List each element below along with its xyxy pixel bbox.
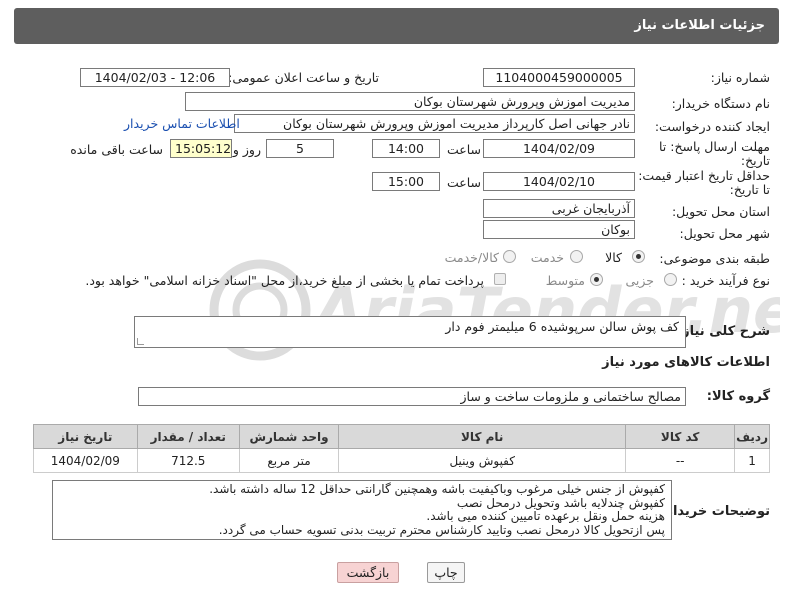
items-table: ردیف کد کالا نام کالا واحد شمارش تعداد /… [33, 424, 770, 473]
cell-date: 1404/02/09 [33, 448, 138, 473]
validity-date-field[interactable]: 1404/02/10 [483, 172, 635, 191]
validity-label-date: تا تاریخ: [729, 182, 770, 197]
city-label: شهر محل تحویل: [679, 226, 770, 241]
category-radio-service[interactable] [570, 250, 583, 263]
validity-label: حداقل تاریخ اعتبار قیمت: [638, 168, 770, 183]
table-row: 1 -- کفپوش وینیل متر مربع 712.5 1404/02/… [33, 448, 770, 473]
cell-unit: متر مربع [238, 448, 340, 473]
description-textarea[interactable]: کف پوش سالن سرپوشیده 6 میلیمتر فوم دار [134, 316, 686, 348]
cell-quantity: 712.5 [136, 448, 240, 473]
goods-group-field[interactable]: مصالح ساختمانی و ملزومات ساخت و ساز [138, 387, 686, 406]
buyer-note-line: پس ازتحویل کالا درمحل نصب وتایید کارشناس… [218, 522, 665, 537]
cell-name: کفپوش وینیل [338, 448, 627, 473]
buyer-notes-textarea[interactable]: کفپوش از جنس خیلی مرغوب وباکیفیت باشه وه… [52, 480, 672, 540]
validity-time-field[interactable]: 15:00 [372, 172, 440, 191]
buyer-label: نام دستگاه خریدار: [671, 96, 770, 111]
deadline-date-field[interactable]: 1404/02/09 [483, 139, 635, 158]
process-radio-medium[interactable] [590, 273, 603, 286]
category-option-goods-service: کالا/خدمت [444, 250, 499, 265]
goods-info-title: اطلاعات کالاهای مورد نیاز [602, 355, 770, 370]
contact-buyer-link[interactable]: اطلاعات تماس خریدار [124, 116, 240, 131]
payment-text: پرداخت تمام یا بخشی از مبلغ خرید،از محل … [85, 273, 484, 288]
process-radio-minor[interactable] [664, 273, 677, 286]
days-field[interactable]: 5 [266, 139, 334, 158]
description-text: کف پوش سالن سرپوشیده 6 میلیمتر فوم دار [445, 319, 679, 334]
col-header-unit: واحد شمارش [238, 424, 340, 449]
validity-time-label: ساعت [446, 175, 481, 190]
city-field[interactable]: بوکان [483, 220, 635, 239]
watermark: AriaTender.net [209, 259, 780, 361]
col-header-row: ردیف [734, 424, 770, 449]
days-label: روز و [232, 142, 261, 157]
buyer-note-line: هزینه حمل ونقل برعهده تامیین کننده میی ب… [426, 509, 665, 523]
need-number-label: شماره نیاز: [710, 70, 770, 85]
deadline-label-date: تاریخ: [740, 153, 770, 168]
goods-group-label: گروه کالا: [706, 389, 770, 404]
back-button[interactable]: بازگشت [337, 562, 399, 583]
cell-row-number: 1 [734, 448, 770, 473]
buyer-field[interactable]: مدیریت اموزش وپرورش شهرستان بوکان [185, 92, 635, 111]
process-label: نوع فرآیند خرید : [681, 273, 770, 288]
table-header-row: ردیف کد کالا نام کالا واحد شمارش تعداد /… [33, 424, 770, 449]
creator-field[interactable]: نادر جهانی اصل کارپرداز مدیریت اموزش وپر… [234, 114, 635, 133]
buyer-note-line: کفپوش از جنس خیلی مرغوب وباکیفیت باشه وه… [209, 482, 665, 496]
col-header-quantity: تعداد / مقدار [136, 424, 240, 449]
col-header-code: کد کالا [625, 424, 736, 449]
category-option-goods: کالا [605, 250, 622, 265]
process-option-medium: متوسط [545, 273, 585, 288]
header-panel: جزئیات اطلاعات نیاز [14, 8, 779, 44]
process-option-minor: جزیی [625, 273, 654, 288]
announce-field[interactable]: 1404/02/03 - 12:06 [80, 68, 230, 87]
col-header-date: تاریخ نیاز [33, 424, 138, 449]
deadline-label: مهلت ارسال پاسخ: تا [659, 139, 770, 154]
category-label: طبقه بندی موضوعی: [659, 251, 770, 266]
cell-code: -- [625, 448, 736, 473]
print-button[interactable]: چاپ [427, 562, 465, 583]
province-label: استان محل تحویل: [671, 204, 770, 219]
category-radio-goods-service[interactable] [503, 250, 516, 263]
announce-label: تاریخ و ساعت اعلان عمومی: [228, 70, 379, 85]
province-field[interactable]: آذربایجان غربی [483, 199, 635, 218]
buyer-note-line: کفپوش چندلایه باشد وتحویل درمحل نصب [456, 495, 665, 510]
resize-handle[interactable] [137, 338, 144, 345]
payment-checkbox[interactable] [494, 273, 506, 285]
creator-label: ایجاد کننده درخواست: [654, 119, 770, 134]
remaining-time-field[interactable]: 15:05:12 [170, 139, 232, 158]
need-number-field[interactable]: 1104000459000005 [483, 68, 635, 87]
buyer-notes-label: توضیحات خریدار: [660, 504, 770, 519]
deadline-time-field[interactable]: 14:00 [372, 139, 440, 158]
page-title: جزئیات اطلاعات نیاز [634, 18, 765, 33]
description-label: شرح کلی نیاز: [676, 324, 770, 339]
col-header-name: نام کالا [338, 424, 627, 449]
category-option-service: خدمت [530, 250, 564, 265]
deadline-time-label: ساعت [446, 142, 481, 157]
remaining-time-label: ساعت باقی مانده [70, 142, 163, 157]
category-radio-goods[interactable] [632, 250, 645, 263]
